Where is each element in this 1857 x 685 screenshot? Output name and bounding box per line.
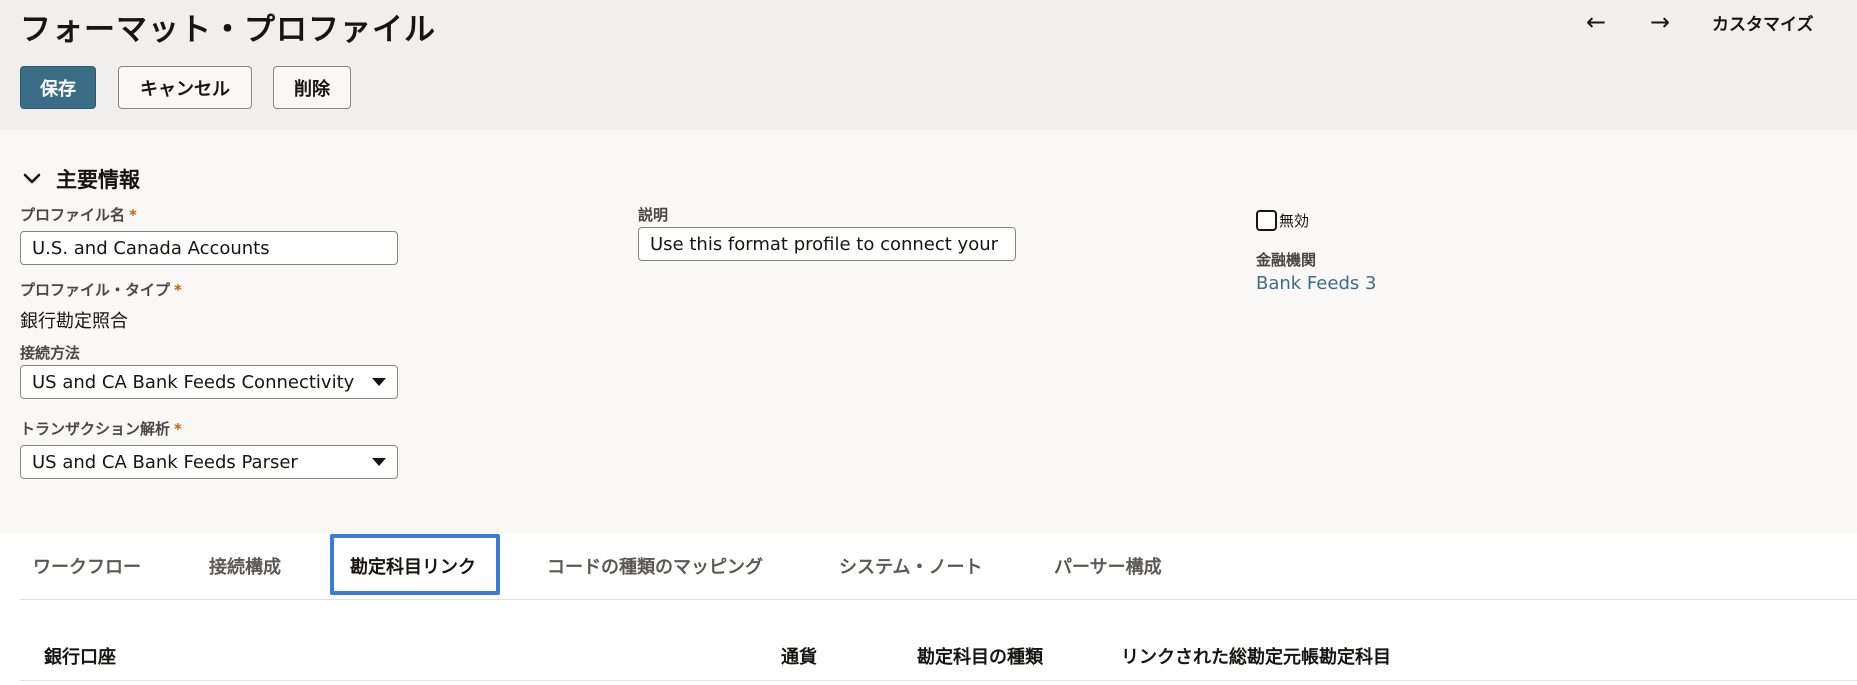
tabs-divider [20,599,1857,600]
dropdown-caret-icon [372,458,386,466]
column-header-currency: 通貨 [781,647,817,668]
save-button[interactable]: 保存 [20,66,96,109]
profile-name-field[interactable]: U.S. and Canada Accounts [20,231,398,265]
customize-link[interactable]: カスタマイズ [1712,10,1814,35]
profile-type-label: プロファイル・タイプ * [20,281,182,299]
checkbox-box[interactable] [1256,210,1277,231]
column-header-bank-account: 銀行口座 [44,647,116,668]
section-title: 主要情報 [56,168,140,192]
page-title: フォーマット・プロファイル [20,12,436,48]
tab-code-type-mapping[interactable]: コードの種類のマッピング [547,553,763,579]
chevron-down-icon [23,173,41,184]
profile-type-value: 銀行勘定照合 [20,311,128,332]
connection-method-label: 接続方法 [20,344,81,362]
tab-workflow[interactable]: ワークフロー [33,553,141,579]
dropdown-caret-icon [372,378,386,386]
required-mark: * [174,281,182,299]
column-header-linked-gl-account: リンクされた総勘定元帳勘定科目 [1121,647,1391,668]
profile-name-label: プロファイル名 * [20,206,137,224]
tab-account-links[interactable]: 勘定科目リンク [350,553,476,579]
section-toggle-primary-info[interactable]: 主要情報 [20,164,140,194]
column-header-account-type: 勘定科目の種類 [917,647,1043,668]
inactive-label: 無効 [1279,212,1310,230]
forward-arrow-icon[interactable]: → [1650,8,1670,36]
tab-connection-config[interactable]: 接続構成 [209,553,281,579]
page-header: フォーマット・プロファイル ← → カスタマイズ 保存 キャンセル 削除 [0,0,1857,130]
description-label: 説明 [638,206,669,224]
table-divider [20,680,1857,681]
financial-institution-link[interactable]: Bank Feeds 3 [1256,273,1376,294]
back-arrow-icon[interactable]: ← [1586,8,1606,36]
delete-button[interactable]: 削除 [273,66,351,109]
transaction-parser-select[interactable]: US and CA Bank Feeds Parser [20,445,398,479]
financial-institution-label: 金融機関 [1256,251,1317,269]
connection-method-select[interactable]: US and CA Bank Feeds Connectivity [20,365,398,399]
required-mark: * [174,420,182,438]
inactive-checkbox[interactable]: 無効 [1256,210,1309,231]
cancel-button[interactable]: キャンセル [118,66,252,109]
description-field[interactable]: Use this format profile to connect your … [638,227,1016,261]
required-mark: * [129,206,137,224]
tab-system-notes[interactable]: システム・ノート [839,553,982,579]
transaction-parser-label: トランザクション解析 * [20,420,182,438]
tab-parser-config[interactable]: パーサー構成 [1054,553,1162,579]
